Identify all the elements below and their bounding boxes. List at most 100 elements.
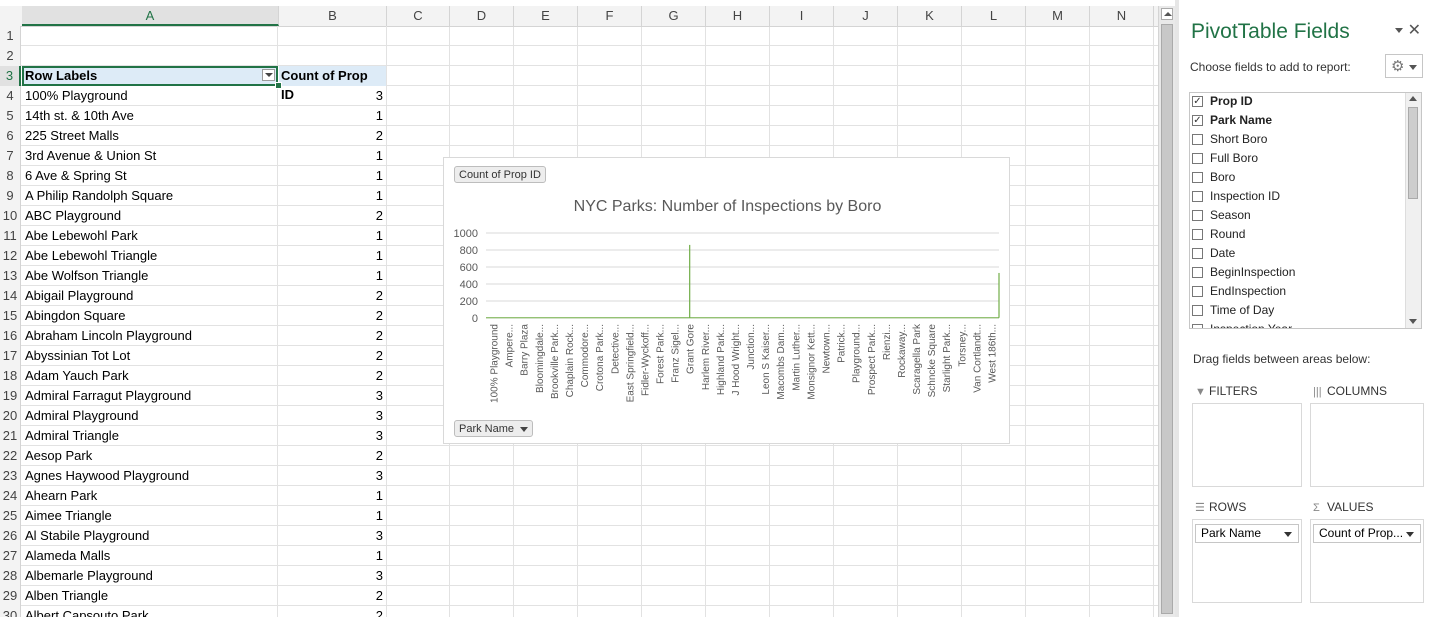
count-value-cell[interactable]: 2 [279, 306, 387, 326]
count-header-cell[interactable]: Count of Prop ID [279, 66, 387, 102]
field-list-scrollbar[interactable] [1405, 93, 1421, 328]
row-header[interactable]: 15 [0, 306, 21, 326]
count-value-cell[interactable]: 2 [279, 366, 387, 386]
row-header[interactable]: 3 [0, 66, 21, 86]
count-value-cell[interactable]: 1 [279, 146, 387, 166]
column-header-g[interactable]: G [642, 6, 706, 26]
count-value-cell[interactable]: 2 [279, 606, 387, 617]
field-item[interactable]: Full Boro [1190, 149, 1405, 168]
row-header[interactable]: 16 [0, 326, 21, 346]
column-header-b[interactable]: B [279, 6, 387, 26]
field-item[interactable]: Season [1190, 206, 1405, 225]
count-value-cell[interactable]: 3 [279, 526, 387, 546]
column-header-h[interactable]: H [706, 6, 770, 26]
scroll-up-icon[interactable] [1409, 96, 1417, 101]
column-header-e[interactable]: E [514, 6, 578, 26]
fill-handle[interactable] [275, 82, 282, 89]
field-item[interactable]: Round [1190, 225, 1405, 244]
checkbox[interactable] [1192, 210, 1203, 221]
field-list[interactable]: Inspection Year Time of Day EndInspection B… [1189, 92, 1422, 329]
row-label-cell[interactable]: Ahearn Park [22, 486, 278, 506]
row-label-cell[interactable]: Abe Lebewohl Park [22, 226, 278, 246]
count-value-cell[interactable]: 1 [279, 106, 387, 126]
count-value-cell[interactable]: 2 [279, 446, 387, 466]
column-header-n[interactable]: N [1090, 6, 1154, 26]
row-label-cell[interactable]: Admiral Playground [22, 406, 278, 426]
checkbox[interactable] [1192, 267, 1203, 278]
row-header[interactable]: 22 [0, 446, 21, 466]
row-label-cell[interactable]: 3rd Avenue & Union St [22, 146, 278, 166]
row-header[interactable]: 4 [0, 86, 21, 106]
row-header[interactable]: 7 [0, 146, 21, 166]
count-value-cell[interactable]: 2 [279, 206, 387, 226]
row-header[interactable]: 26 [0, 526, 21, 546]
count-value-cell[interactable]: 1 [279, 266, 387, 286]
row-header[interactable]: 29 [0, 586, 21, 606]
count-value-cell[interactable]: 1 [279, 486, 387, 506]
row-label-cell[interactable]: Admiral Triangle [22, 426, 278, 446]
count-value-cell[interactable]: 2 [279, 126, 387, 146]
row-header[interactable]: 10 [0, 206, 21, 226]
count-value-cell[interactable]: 3 [279, 406, 387, 426]
row-label-cell[interactable]: Adam Yauch Park [22, 366, 278, 386]
row-header[interactable]: 18 [0, 366, 21, 386]
row-header[interactable]: 20 [0, 406, 21, 426]
chart-axis-field-button[interactable]: Park Name [454, 420, 534, 437]
field-item[interactable]: Short Boro [1190, 130, 1405, 149]
row-label-cell[interactable]: Abe Lebewohl Triangle [22, 246, 278, 266]
column-header-m[interactable]: M [1026, 6, 1090, 26]
count-value-cell[interactable]: 1 [279, 186, 387, 206]
row-header[interactable]: 1 [0, 26, 21, 46]
row-header[interactable]: 30 [0, 606, 21, 617]
empty-cell[interactable] [279, 26, 387, 46]
row-header[interactable]: 6 [0, 126, 21, 146]
count-value-cell[interactable]: 2 [279, 326, 387, 346]
count-value-cell[interactable]: 1 [279, 166, 387, 186]
scroll-thumb[interactable] [1161, 24, 1173, 614]
row-label-cell[interactable]: Alben Triangle [22, 586, 278, 606]
count-value-cell[interactable]: 2 [279, 586, 387, 606]
row-label-cell[interactable]: Abingdon Square [22, 306, 278, 326]
count-value-cell[interactable]: 1 [279, 506, 387, 526]
pane-options-chevron-icon[interactable] [1395, 28, 1403, 33]
field-item[interactable]: Boro [1190, 168, 1405, 187]
close-icon[interactable]: ✕ [1408, 20, 1421, 40]
checkbox[interactable] [1192, 134, 1203, 145]
row-header[interactable]: 9 [0, 186, 21, 206]
rows-drop-area[interactable]: Park Name [1192, 519, 1302, 603]
row-header[interactable]: 28 [0, 566, 21, 586]
scroll-down-icon[interactable] [1409, 319, 1417, 324]
tools-button[interactable]: ⚙ [1385, 54, 1423, 78]
checkbox[interactable] [1192, 248, 1203, 259]
checkbox[interactable]: ✓ [1192, 96, 1203, 107]
row-labels-header-cell[interactable]: Row Labels [22, 66, 278, 86]
count-value-cell[interactable]: 1 [279, 546, 387, 566]
column-header-a[interactable]: A [22, 6, 279, 26]
row-header[interactable]: 12 [0, 246, 21, 266]
row-label-cell[interactable]: Abraham Lincoln Playground [22, 326, 278, 346]
row-label-cell[interactable]: Admiral Farragut Playground [22, 386, 278, 406]
field-item[interactable]: EndInspection [1190, 282, 1405, 301]
row-header[interactable]: 5 [0, 106, 21, 126]
row-label-cell[interactable]: Albert Capsouto Park [22, 606, 278, 617]
row-header[interactable]: 25 [0, 506, 21, 526]
chevron-down-icon[interactable] [1406, 532, 1414, 537]
count-value-cell[interactable]: 3 [279, 466, 387, 486]
count-value-cell[interactable]: 2 [279, 346, 387, 366]
row-header[interactable]: 11 [0, 226, 21, 246]
count-value-cell[interactable]: 3 [279, 426, 387, 446]
field-list-scroll-thumb[interactable] [1408, 107, 1418, 199]
empty-cell[interactable] [279, 46, 387, 66]
row-header[interactable]: 23 [0, 466, 21, 486]
field-item[interactable]: ✓ Prop ID [1190, 93, 1405, 111]
empty-cell[interactable] [22, 46, 278, 66]
column-header-j[interactable]: J [834, 6, 898, 26]
field-item[interactable]: ✓ Park Name [1190, 111, 1405, 130]
values-drop-area[interactable]: Count of Prop... [1310, 519, 1424, 603]
row-label-cell[interactable]: 6 Ave & Spring St [22, 166, 278, 186]
checkbox[interactable] [1192, 191, 1203, 202]
checkbox[interactable] [1192, 324, 1203, 328]
row-header[interactable]: 24 [0, 486, 21, 506]
spreadsheet-grid[interactable]: ABCDEFGHIJKLMN 1 2 3 Row Labels Count of Pro… [0, 0, 1158, 617]
row-header[interactable]: 27 [0, 546, 21, 566]
